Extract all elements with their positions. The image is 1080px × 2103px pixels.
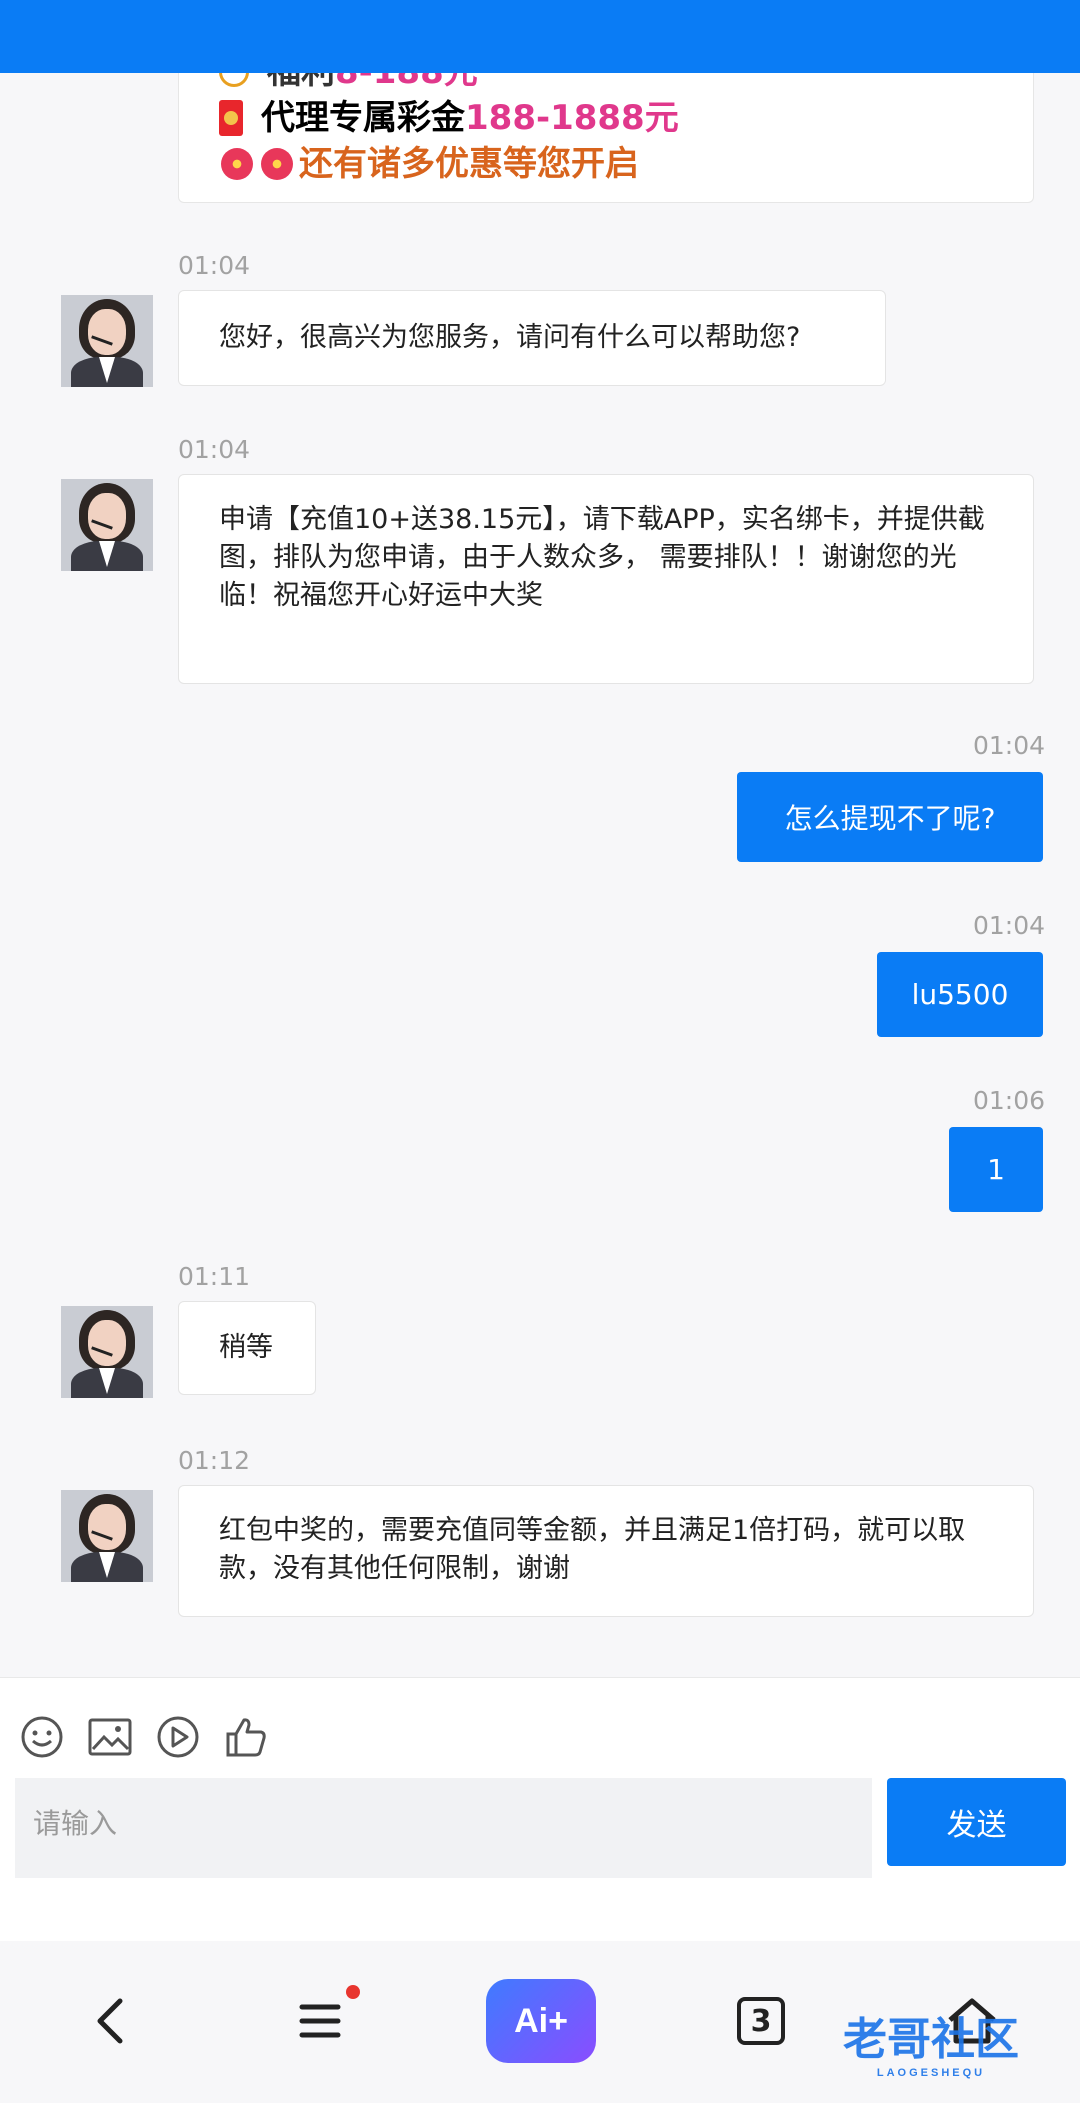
message-bubble-incoming[interactable]: 红包中奖的，需要充值同等金额，并且满足1倍打码，就可以取款，没有其他任何限制，谢… <box>178 1485 1034 1617</box>
message-bubble-outgoing[interactable]: 1 <box>949 1127 1043 1212</box>
message-text: 红包中奖的，需要充值同等金额，并且满足1倍打码，就可以取款，没有其他任何限制，谢… <box>219 1515 966 1584</box>
hibiscus-icon <box>259 146 295 182</box>
message-bubble-outgoing[interactable]: lu5500 <box>877 952 1043 1037</box>
promo-line1-amount: 188-1888元 <box>465 98 679 138</box>
tab-count: 3 <box>737 1997 785 2045</box>
message-text: 稍等 <box>219 1332 273 1363</box>
promo-line-agent-bonus: 代理专属彩金 188-1888元 <box>219 95 993 141</box>
message-time: 01:04 <box>972 911 1045 940</box>
message-bubble-outgoing[interactable]: 怎么提现不了呢? <box>737 772 1043 862</box>
message-text: lu5500 <box>911 978 1009 1011</box>
promo-line2-text: 还有诸多优惠等您开启 <box>299 144 639 184</box>
promo-line-welfare: 福利 8-188元 <box>219 73 993 95</box>
ai-assistant-button[interactable]: Ai+ <box>486 1979 596 2063</box>
message-time: 01:04 <box>972 731 1045 760</box>
message-bubble-incoming[interactable]: 申请【充值10+送38.15元】，请下载APP，实名绑卡，并提供截图，排队为您申… <box>178 474 1034 684</box>
agent-avatar[interactable] <box>61 1490 153 1582</box>
send-button[interactable]: 发送 <box>887 1778 1066 1866</box>
message-time: 01:12 <box>178 1446 251 1475</box>
message-text: 申请【充值10+送38.15元】，请下载APP，实名绑卡，并提供截图，排队为您申… <box>219 504 985 611</box>
promo-card: 福利 8-188元 代理专属彩金 188-1888元 还有诸多优惠等您开启 <box>178 73 1034 203</box>
ai-label: Ai+ <box>514 2001 568 2040</box>
message-time: 01:11 <box>178 1262 251 1291</box>
promo-line1-label: 代理专属彩金 <box>261 98 465 138</box>
message-text: 怎么提现不了呢? <box>784 802 996 835</box>
message-text: 1 <box>987 1153 1005 1186</box>
video-icon[interactable] <box>155 1714 201 1760</box>
hibiscus-icon <box>219 146 255 182</box>
watermark-sub: LAOGESHEQU <box>876 2067 986 2079</box>
top-status-bar <box>0 0 1080 73</box>
message-composer: 发送 <box>0 1677 1080 1941</box>
image-icon[interactable] <box>87 1714 133 1760</box>
watermark-logo: 老哥社区 LAOGESHEQU <box>843 2003 1019 2079</box>
tabs-button[interactable]: 3 <box>731 1979 791 2063</box>
message-time: 01:04 <box>178 435 251 464</box>
chat-area[interactable]: 福利 8-188元 代理专属彩金 188-1888元 还有诸多优惠等您开启 01… <box>0 73 1080 1677</box>
promo-line-more: 还有诸多优惠等您开启 <box>219 141 993 187</box>
watermark-text: 老哥社区 <box>843 2015 1019 2064</box>
message-text: 您好，很高兴为您服务，请问有什么可以帮助您? <box>219 322 801 353</box>
message-bubble-incoming[interactable]: 您好，很高兴为您服务，请问有什么可以帮助您? <box>178 290 886 386</box>
coin-icon <box>219 73 249 87</box>
notification-dot <box>346 1985 360 1999</box>
message-bubble-incoming[interactable]: 稍等 <box>178 1301 316 1395</box>
menu-icon[interactable] <box>290 1979 360 2063</box>
red-envelope-icon <box>219 100 243 136</box>
back-icon[interactable] <box>80 1979 140 2063</box>
agent-avatar[interactable] <box>61 295 153 387</box>
thumbs-up-icon[interactable] <box>223 1714 269 1760</box>
message-time: 01:06 <box>972 1086 1045 1115</box>
agent-avatar[interactable] <box>61 1306 153 1398</box>
emoji-icon[interactable] <box>19 1714 65 1760</box>
promo-line0-label: 福利 <box>267 73 335 95</box>
agent-avatar[interactable] <box>61 479 153 571</box>
promo-line0-amount: 8-188元 <box>335 73 478 95</box>
message-time: 01:04 <box>178 251 251 280</box>
message-input[interactable] <box>15 1778 872 1878</box>
